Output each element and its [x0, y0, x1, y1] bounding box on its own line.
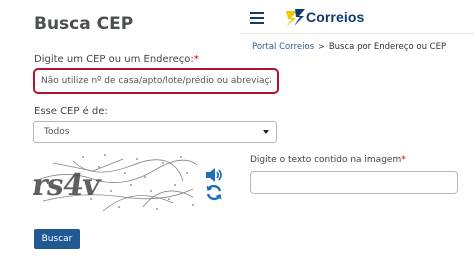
header-divider	[240, 33, 474, 34]
address-label-text: Digite um CEP ou um Endereço:	[34, 54, 194, 65]
cep-type-label: Esse CEP é de:	[34, 106, 108, 117]
refresh-icon[interactable]	[205, 184, 223, 201]
cep-type-select[interactable]: Todos	[33, 121, 277, 143]
page-title: Busca CEP	[34, 14, 134, 34]
required-mark: *	[193, 54, 199, 65]
hamburger-bar-bottom	[250, 22, 264, 24]
breadcrumb-separator: >	[318, 42, 325, 51]
captcha-label-text: Digite o texto contido na imagem	[250, 155, 402, 165]
captcha-text: rs4v	[33, 168, 104, 203]
hamburger-menu-icon[interactable]	[250, 12, 264, 24]
breadcrumb: Portal Correios > Busca por Endereço ou CE…	[252, 42, 446, 52]
address-label: Digite um CEP ou um Endereço:*	[34, 54, 199, 65]
captcha-input[interactable]	[250, 171, 458, 194]
caret-down-icon	[263, 130, 269, 134]
hamburger-bar-top	[250, 12, 264, 14]
breadcrumb-home-link[interactable]: Portal Correios	[252, 42, 314, 52]
correios-logo-icon[interactable]	[283, 7, 307, 29]
speaker-icon[interactable]	[205, 167, 223, 183]
breadcrumb-current: Busca por Endereço ou CEP	[328, 42, 447, 52]
hamburger-bar-middle	[250, 17, 264, 19]
correios-logo-text[interactable]: Correios	[306, 9, 364, 25]
captcha-noise-graphic: rs4v	[30, 154, 198, 212]
captcha-required-mark: *	[401, 155, 406, 165]
address-search-input[interactable]	[33, 68, 279, 94]
captcha-image: rs4v	[30, 151, 199, 215]
cep-type-selected-value: Todos	[44, 127, 70, 137]
search-button[interactable]: Buscar	[34, 229, 80, 249]
captcha-label: Digite o texto contido na imagem*	[250, 155, 406, 165]
